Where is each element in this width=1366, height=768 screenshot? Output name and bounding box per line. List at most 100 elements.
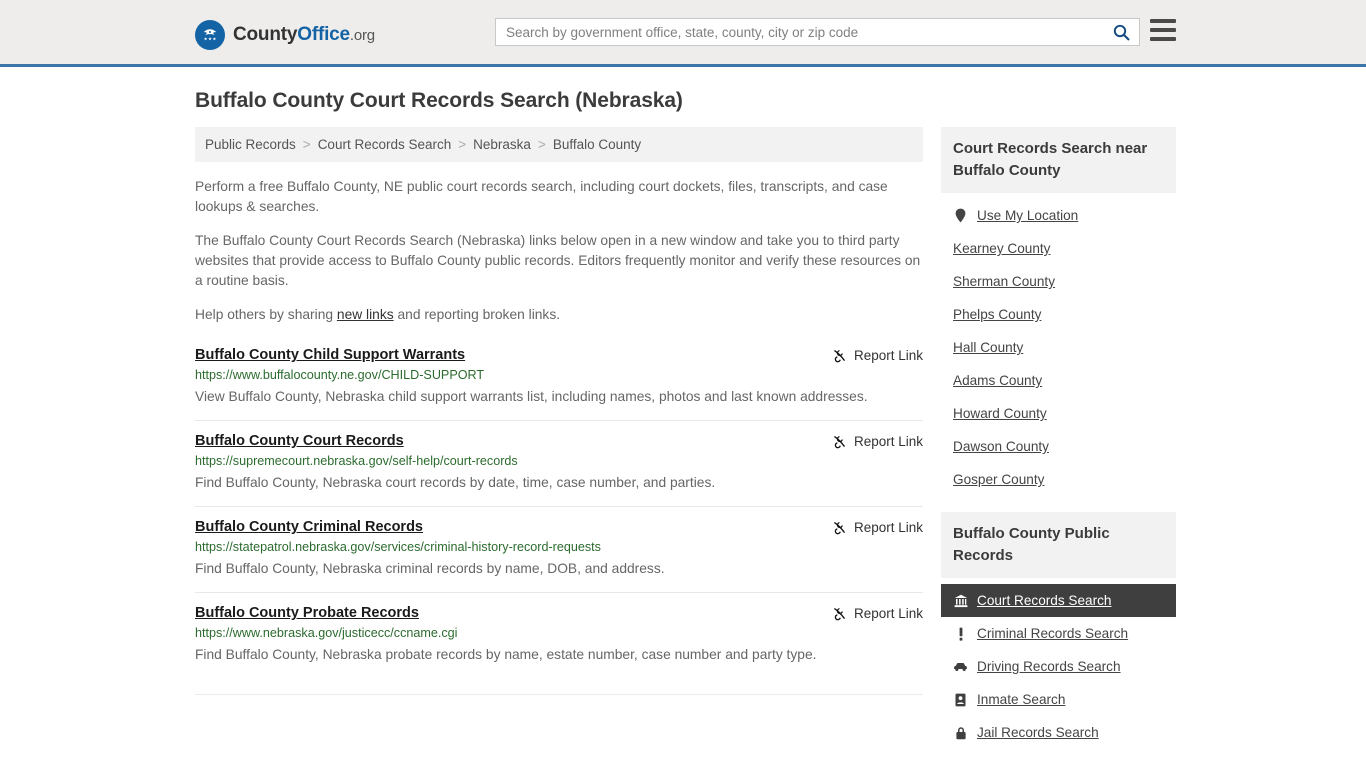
car-icon: [953, 661, 968, 672]
search-input[interactable]: [496, 19, 1103, 45]
result-url[interactable]: https://statepatrol.nebraska.gov/service…: [195, 540, 923, 554]
intro-paragraph-2: The Buffalo County Court Records Search …: [195, 233, 921, 288]
report-link-button[interactable]: Report Link: [832, 433, 923, 449]
result-header: Buffalo County Probate Records Report Li…: [195, 605, 923, 621]
sidebar-item-kearney-county[interactable]: Kearney County: [941, 232, 1176, 265]
exclamation-icon: [953, 627, 968, 641]
hamburger-bar: [1150, 37, 1176, 41]
report-link-button[interactable]: Report Link: [832, 347, 923, 363]
result-description: Find Buffalo County, Nebraska criminal r…: [195, 561, 665, 576]
result-item: Buffalo County Court Records Report Link…: [195, 420, 923, 506]
breadcrumb-separator: >: [458, 137, 467, 152]
sidebar: Court Records Search near Buffalo County…: [941, 127, 1176, 749]
sidebar-item-label: Adams County: [953, 373, 1043, 388]
result-header: Buffalo County Child Support Warrants Re…: [195, 347, 923, 363]
broken-link-icon: [834, 350, 845, 363]
logo-text-org: .org: [349, 27, 375, 44]
report-link-button[interactable]: Report Link: [832, 605, 923, 621]
sidebar-item-label: Inmate Search: [977, 692, 1066, 707]
intro-text: Perform a free Buffalo County, NE public…: [195, 177, 923, 325]
site-logo[interactable]: CountyOffice.org: [195, 20, 375, 50]
intro-p3-after: and reporting broken links.: [393, 307, 561, 322]
sidebar-item-dawson-county[interactable]: Dawson County: [941, 430, 1176, 463]
sidebar-item-phelps-county[interactable]: Phelps County: [941, 298, 1176, 331]
breadcrumb-separator: >: [537, 137, 546, 152]
result-item: Buffalo County Child Support Warrants Re…: [195, 339, 923, 420]
broken-link-icon: [834, 522, 845, 535]
sidebar-item-label: Dawson County: [953, 439, 1049, 454]
result-description: Find Buffalo County, Nebraska probate re…: [195, 647, 817, 662]
lock-icon: [953, 726, 968, 740]
report-link-button[interactable]: Report Link: [832, 519, 923, 535]
new-links-link[interactable]: new links: [337, 307, 394, 322]
sidebar-item-label: Use My Location: [977, 208, 1079, 223]
report-link-label: Report Link: [853, 520, 923, 535]
site-header: CountyOffice.org: [0, 0, 1366, 67]
page-container: Buffalo County Court Records Search (Neb…: [0, 89, 1366, 749]
breadcrumb-item-buffalo-county[interactable]: Buffalo County: [553, 137, 641, 152]
sidebar-item-use-my-location[interactable]: Use My Location: [941, 199, 1176, 232]
breadcrumb-item-court-records-search[interactable]: Court Records Search: [318, 137, 452, 152]
panel-spacer: [941, 496, 1176, 512]
report-link-label: Report Link: [853, 606, 923, 621]
sidebar-item-driving-records-search[interactable]: Driving Records Search: [941, 650, 1176, 683]
broken-link-icon: [834, 608, 845, 621]
logo-text-county: County: [233, 24, 298, 45]
breadcrumb-separator: >: [302, 137, 311, 152]
result-url[interactable]: https://supremecourt.nebraska.gov/self-h…: [195, 454, 923, 468]
sidebar-item-jail-records-search[interactable]: Jail Records Search: [941, 716, 1176, 749]
sidebar-item-sherman-county[interactable]: Sherman County: [941, 265, 1176, 298]
sidebar-item-label: Jail Records Search: [977, 725, 1099, 740]
sidebar-item-criminal-records-search[interactable]: Criminal Records Search: [941, 617, 1176, 650]
site-logo-text: CountyOffice.org: [233, 24, 375, 46]
eagle-logo-icon: [195, 20, 225, 50]
sidebar-item-court-records-search[interactable]: Court Records Search: [941, 584, 1176, 617]
result-title-link[interactable]: Buffalo County Child Support Warrants: [195, 347, 465, 363]
sidebar-item-howard-county[interactable]: Howard County: [941, 397, 1176, 430]
broken-link-icon: [834, 436, 845, 449]
report-link-label: Report Link: [853, 434, 923, 449]
sidebar-item-label: Hall County: [953, 340, 1024, 355]
sidebar-item-adams-county[interactable]: Adams County: [941, 364, 1176, 397]
sidebar-item-label: Phelps County: [953, 307, 1042, 322]
breadcrumb: Public Records > Court Records Search > …: [195, 127, 923, 162]
result-title-link[interactable]: Buffalo County Criminal Records: [195, 519, 423, 535]
courthouse-icon: [953, 594, 968, 608]
results-list: Buffalo County Child Support Warrants Re…: [195, 339, 923, 678]
result-title-link[interactable]: Buffalo County Court Records: [195, 433, 404, 449]
result-header: Buffalo County Criminal Records Report L…: [195, 519, 923, 535]
hamburger-bar: [1150, 28, 1176, 32]
intro-paragraph-1: Perform a free Buffalo County, NE public…: [195, 179, 888, 214]
map-pin-icon: [953, 208, 968, 223]
hamburger-menu-icon[interactable]: [1150, 19, 1176, 41]
hamburger-bar: [1150, 19, 1176, 23]
nearby-links-list: Use My Location Kearney County Sherman C…: [941, 193, 1176, 496]
search-bar[interactable]: [495, 18, 1140, 46]
nearby-panel-heading: Court Records Search near Buffalo County: [941, 127, 1176, 193]
content-divider: [195, 694, 923, 695]
result-header: Buffalo County Court Records Report Link: [195, 433, 923, 449]
search-button[interactable]: [1103, 19, 1139, 45]
sidebar-item-hall-county[interactable]: Hall County: [941, 331, 1176, 364]
search-icon: [1113, 24, 1129, 40]
sidebar-item-label: Howard County: [953, 406, 1047, 421]
public-records-panel-heading: Buffalo County Public Records: [941, 512, 1176, 578]
sidebar-item-label: Sherman County: [953, 274, 1056, 289]
result-description: View Buffalo County, Nebraska child supp…: [195, 389, 868, 404]
result-title-link[interactable]: Buffalo County Probate Records: [195, 605, 419, 621]
result-url[interactable]: https://www.buffalocounty.ne.gov/CHILD-S…: [195, 368, 923, 382]
page-title: Buffalo County Court Records Search (Neb…: [195, 89, 683, 112]
result-url[interactable]: https://www.nebraska.gov/justicecc/ccnam…: [195, 626, 923, 640]
result-item: Buffalo County Probate Records Report Li…: [195, 592, 923, 678]
report-link-label: Report Link: [853, 348, 923, 363]
sidebar-item-gosper-county[interactable]: Gosper County: [941, 463, 1176, 496]
breadcrumb-item-public-records[interactable]: Public Records: [205, 137, 296, 152]
breadcrumb-item-nebraska[interactable]: Nebraska: [473, 137, 531, 152]
main-content: Public Records > Court Records Search > …: [195, 127, 923, 749]
public-records-links-list: Court Records Search Criminal Records Se…: [941, 578, 1176, 749]
content-layout: Public Records > Court Records Search > …: [195, 127, 1176, 749]
sidebar-item-label: Criminal Records Search: [977, 626, 1129, 641]
sidebar-item-label: Court Records Search: [977, 593, 1112, 608]
intro-p3-before: Help others by sharing: [195, 307, 337, 322]
sidebar-item-inmate-search[interactable]: Inmate Search: [941, 683, 1176, 716]
